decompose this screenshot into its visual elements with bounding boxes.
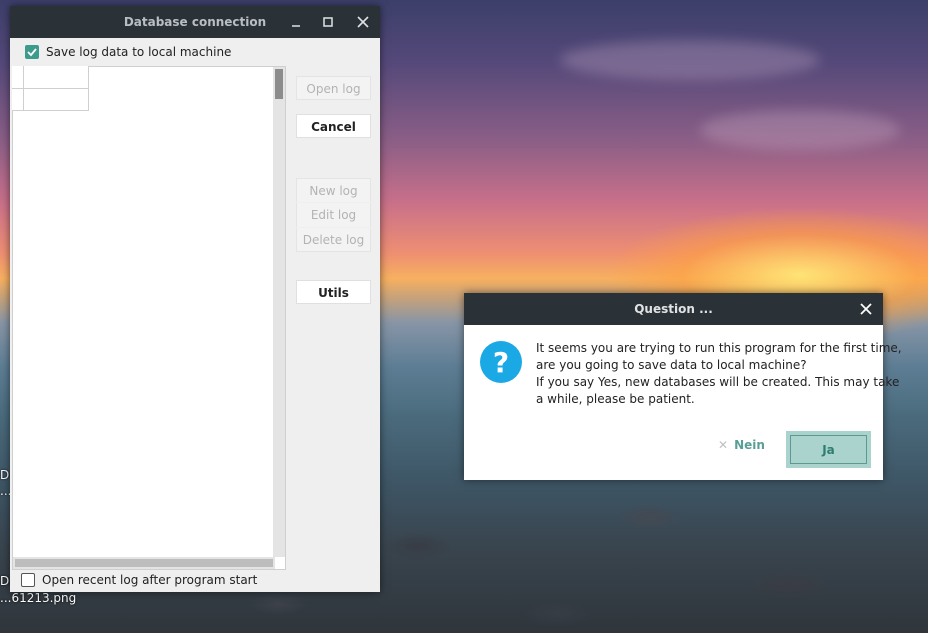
wallpaper-cloud	[560, 40, 820, 80]
horizontal-scrollbar[interactable]	[13, 557, 275, 569]
log-list[interactable]	[12, 66, 286, 570]
minimize-icon	[292, 25, 300, 27]
save-log-checkbox[interactable]	[25, 45, 39, 59]
dialog-close-button[interactable]	[853, 293, 879, 325]
open-recent-checkbox-row[interactable]: Open recent log after program start	[21, 573, 257, 587]
open-log-button[interactable]: Open log	[296, 76, 371, 100]
save-log-label: Save log data to local machine	[46, 45, 232, 59]
vertical-scrollbar[interactable]	[273, 67, 285, 557]
no-button-label: Nein	[734, 438, 765, 452]
close-button[interactable]	[350, 6, 376, 38]
yes-button[interactable]: Ja	[786, 431, 871, 468]
message-line: It seems you are trying to run this prog…	[536, 341, 902, 355]
delete-log-button[interactable]: Delete log	[296, 228, 371, 252]
x-icon: ✕	[718, 438, 729, 452]
open-recent-checkbox[interactable]	[21, 573, 35, 587]
message-line: If you say Yes, new databases will be cr…	[536, 375, 900, 389]
scrollbar-thumb[interactable]	[275, 69, 283, 99]
dialog-message: It seems you are trying to run this prog…	[536, 340, 902, 408]
wallpaper-cloud	[700, 110, 900, 150]
database-connection-window: Database connection Save log data to loc…	[10, 6, 380, 592]
maximize-icon	[323, 17, 333, 27]
utils-button[interactable]: Utils	[296, 280, 371, 304]
open-recent-label: Open recent log after program start	[42, 573, 258, 587]
scrollbar-thumb[interactable]	[15, 559, 273, 567]
question-icon: ?	[480, 341, 522, 383]
desktop-icon-label[interactable]: ...61213.png	[0, 591, 76, 605]
close-icon	[860, 303, 872, 315]
checkmark-icon	[27, 48, 37, 57]
new-log-button[interactable]: New log	[296, 178, 371, 202]
edit-log-button[interactable]: Edit log	[296, 203, 371, 227]
maximize-button[interactable]	[315, 6, 341, 38]
dialog-titlebar[interactable]: Question ...	[464, 293, 883, 325]
message-line: a while, please be patient.	[536, 392, 695, 406]
list-cell	[23, 88, 89, 111]
dialog-title: Question ...	[634, 302, 713, 316]
no-button[interactable]: ✕ Nein	[718, 438, 765, 452]
yes-button-label: Ja	[790, 435, 867, 464]
list-cell	[23, 66, 89, 89]
minimize-button[interactable]	[283, 6, 309, 38]
close-icon	[357, 16, 369, 28]
save-log-checkbox-row[interactable]: Save log data to local machine	[25, 45, 231, 59]
cancel-button[interactable]: Cancel	[296, 114, 371, 138]
window-titlebar[interactable]: Database connection	[10, 6, 380, 38]
question-dialog: Question ... ? It seems you are trying t…	[464, 293, 902, 480]
message-line: are you going to save data to local mach…	[536, 358, 807, 372]
